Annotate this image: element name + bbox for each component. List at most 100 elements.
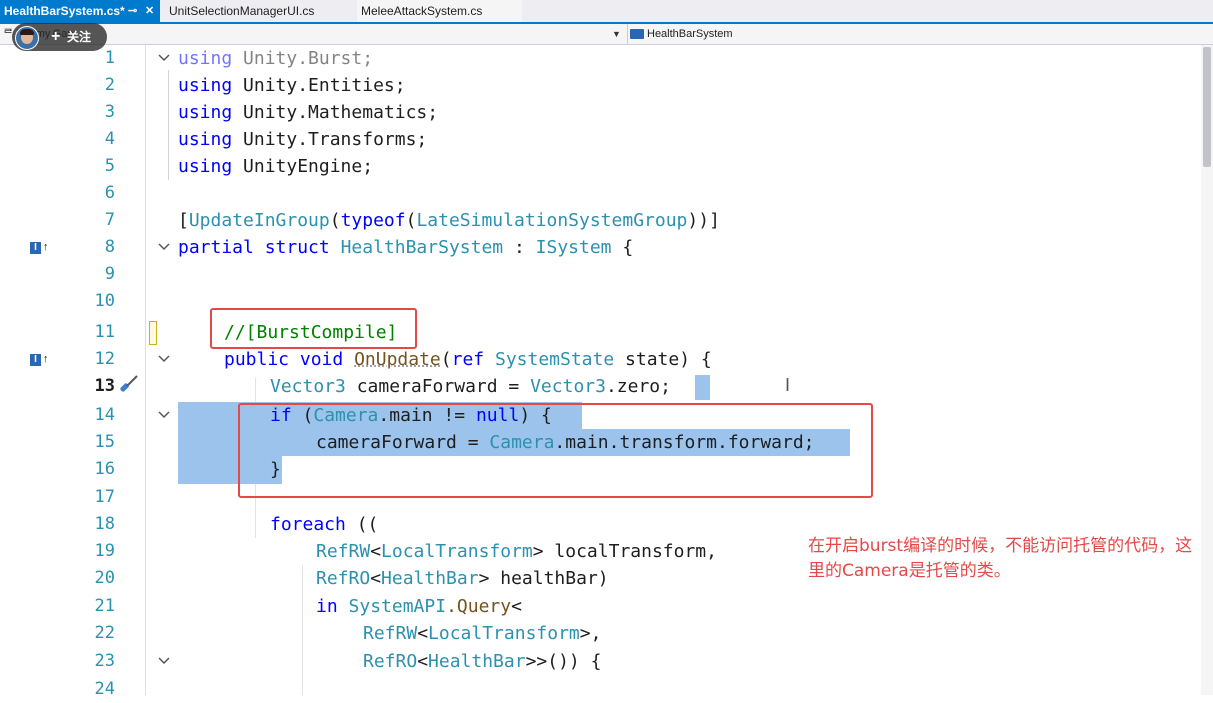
text-cursor-icon: Ι	[785, 375, 791, 395]
code-text: UnityEngine;	[232, 156, 374, 177]
line-number: 22	[94, 623, 115, 643]
code-line: 3 using Unity.Mathematics;	[0, 99, 1213, 126]
code-keyword: typeof	[340, 210, 406, 231]
code-line: 21 in SystemAPI.Query<	[0, 593, 1213, 620]
code-line: 13 Vector3 cameraForward = Vector3.zero;	[0, 373, 1213, 400]
code-type: HealthBar	[428, 651, 526, 672]
code-type: RefRW	[363, 623, 418, 644]
line-number: 23	[94, 651, 115, 671]
code-function: .Query	[446, 596, 512, 617]
pin-icon[interactable]: ⊸	[128, 0, 137, 22]
code-keyword: ref	[451, 349, 485, 370]
line-number: 8	[104, 237, 115, 257]
code-keyword: using	[178, 48, 233, 69]
fold-chevron-icon[interactable]	[158, 648, 172, 675]
fold-chevron-icon[interactable]	[158, 402, 172, 429]
fold-chevron-icon[interactable]	[158, 45, 172, 72]
code-line: I ↑ 8 partial struct HealthBarSystem : IS…	[0, 234, 1213, 261]
code-type: LocalTransform	[428, 623, 580, 644]
fold-chevron-icon[interactable]	[158, 234, 172, 261]
code-type: SystemState	[494, 349, 615, 370]
line-number: 20	[94, 568, 115, 588]
annotation-box-camera-code	[238, 403, 873, 498]
code-editor[interactable]: 1 using Unity.Burst; 2 using Unity.Entit…	[0, 45, 1213, 699]
code-keyword: using	[178, 156, 233, 177]
code-text: :	[503, 237, 536, 258]
navigation-bar: ᄅ Enemy.Gap ▼ HealthBarSystem	[0, 24, 1213, 45]
line-number: 21	[94, 596, 115, 616]
document-tab-bar: HealthBarSystem.cs* ⊸ ✕ UnitSelectionMan…	[0, 0, 1213, 24]
close-icon[interactable]: ✕	[145, 0, 154, 22]
tab-healthbarsystem[interactable]: HealthBarSystem.cs* ⊸ ✕	[0, 0, 160, 22]
line-number: 18	[94, 514, 115, 534]
fold-chevron-icon[interactable]	[158, 346, 172, 373]
code-type: Vector3	[270, 376, 346, 397]
code-text: {	[611, 237, 634, 258]
code-text: <	[417, 623, 429, 644]
code-line: 6	[0, 180, 1213, 207]
code-keyword: struct	[264, 237, 330, 258]
code-type: LateSimulationSystemGroup	[416, 210, 688, 231]
implements-icon[interactable]: I ↑	[30, 241, 49, 254]
line-number: 7	[104, 210, 115, 230]
code-line: 9	[0, 261, 1213, 288]
code-text: .zero;	[605, 376, 671, 397]
member-dropdown-label: HealthBarSystem	[647, 28, 733, 40]
code-type: SystemAPI	[348, 596, 447, 617]
line-number: 11	[94, 322, 115, 342]
tab-label: HealthBarSystem.cs*	[4, 4, 125, 18]
line-number: 24	[94, 679, 115, 699]
tab-label: MeleeAttackSystem.cs	[361, 4, 483, 18]
code-text: <	[417, 651, 429, 672]
code-text: (	[440, 349, 452, 370]
code-line: 22 RefRW<LocalTransform>,	[0, 620, 1213, 647]
annotation-box-burstcompile	[210, 308, 417, 349]
tab-label: UnitSelectionManagerUI.cs	[169, 4, 315, 18]
follow-button[interactable]: + 关注	[12, 23, 107, 51]
screwdriver-icon[interactable]	[118, 374, 140, 396]
code-text: >>()) {	[525, 651, 602, 672]
code-keyword: foreach	[270, 514, 346, 535]
code-line: 23 RefRO<HealthBar>>()) {	[0, 648, 1213, 675]
avatar	[15, 26, 39, 50]
line-number: 19	[94, 541, 115, 561]
line-number: 16	[94, 459, 115, 479]
line-number: 14	[94, 405, 115, 425]
dropdown-arrow-icon[interactable]: ▼	[612, 24, 621, 44]
code-function: OnUpdate	[354, 349, 441, 370]
code-text: [	[178, 210, 189, 231]
code-line: 5 using UnityEngine;	[0, 153, 1213, 180]
code-type: Vector3	[530, 376, 606, 397]
code-keyword: in	[316, 596, 338, 617]
code-text: ((	[345, 514, 379, 535]
line-number: 15	[94, 432, 115, 452]
line-number: 10	[94, 291, 115, 311]
code-text: Unity.Burst;	[232, 48, 374, 69]
code-text: <	[370, 568, 382, 589]
code-text: Unity.Mathematics;	[232, 102, 439, 123]
code-line: 10	[0, 288, 1213, 315]
code-line: 1 using Unity.Burst;	[0, 45, 1213, 72]
code-line: 7 [UpdateInGroup(typeof(LateSimulationSy…	[0, 207, 1213, 234]
line-number: 3	[104, 102, 115, 122]
code-keyword: using	[178, 129, 233, 150]
line-number: 2	[104, 75, 115, 95]
code-type: RefRO	[363, 651, 418, 672]
code-text: (	[405, 210, 417, 231]
tab-unitselectionmanagerui[interactable]: UnitSelectionManagerUI.cs	[165, 0, 355, 22]
plus-icon: +	[51, 28, 61, 45]
member-dropdown[interactable]: HealthBarSystem	[627, 24, 1213, 44]
code-keyword: partial	[178, 237, 254, 258]
tab-meleeattacksystem[interactable]: MeleeAttackSystem.cs	[357, 0, 522, 22]
code-text: <	[511, 596, 522, 617]
code-text: Unity.Transforms;	[232, 129, 428, 150]
code-type: RefRO	[316, 568, 371, 589]
code-text: Unity.Entities;	[232, 75, 406, 96]
follow-label: 关注	[67, 30, 92, 44]
line-number: 17	[94, 487, 115, 507]
line-number-current: 13	[94, 376, 115, 396]
code-text: >,	[579, 623, 602, 644]
code-keyword: void	[299, 349, 344, 370]
code-text: <	[370, 541, 382, 562]
implements-icon[interactable]: I ↑	[30, 353, 49, 366]
